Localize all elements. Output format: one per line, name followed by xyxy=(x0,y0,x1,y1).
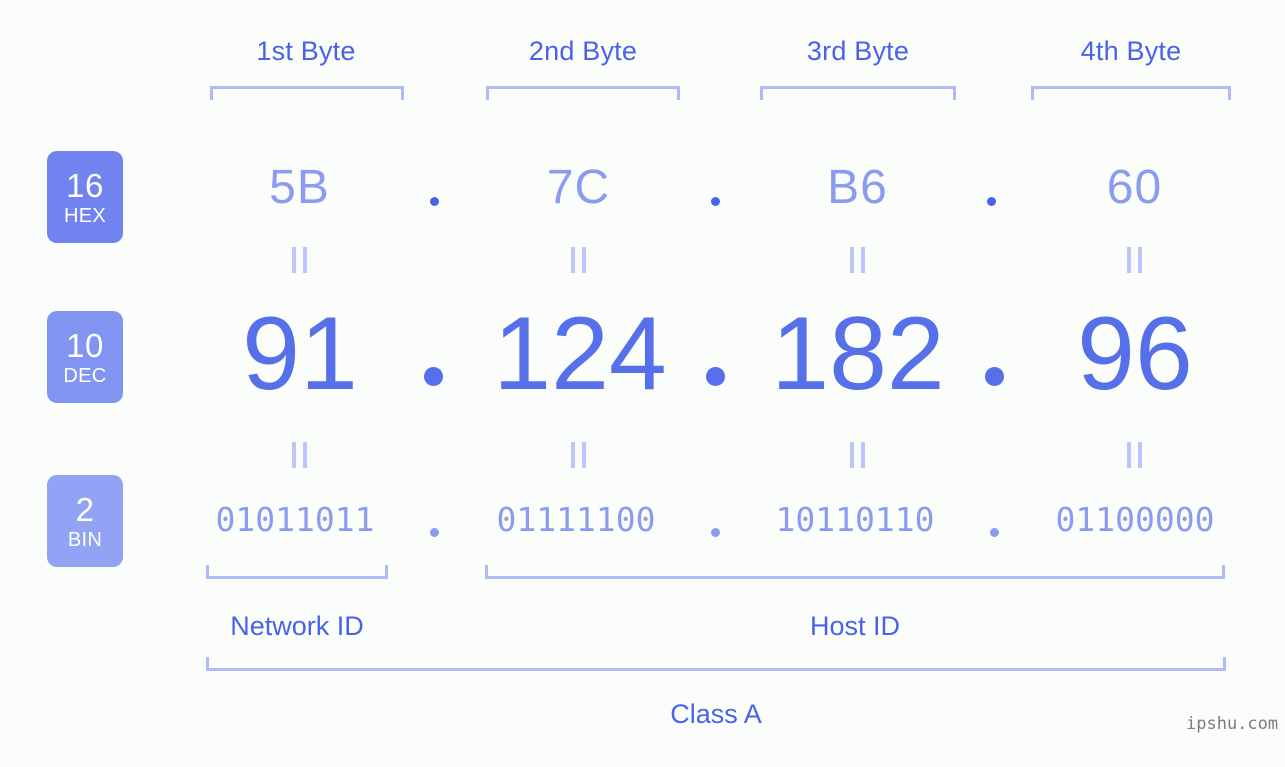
watermark: ipshu.com xyxy=(1186,714,1279,734)
byte-header-1: 1st Byte xyxy=(256,36,356,66)
base-badge-hex: 16 HEX xyxy=(47,151,123,243)
base-badge-bin-number: 2 xyxy=(75,490,95,528)
bin-separator-1 xyxy=(430,528,439,537)
hex-separator-2 xyxy=(711,197,720,206)
class-bracket xyxy=(206,657,1226,671)
equals-hex-dec-2 xyxy=(571,247,586,273)
bin-separator-2 xyxy=(711,528,720,537)
network-id-bracket xyxy=(206,565,388,579)
dec-octet-2: 124 xyxy=(493,296,667,412)
bin-octet-3: 10110110 xyxy=(775,500,935,539)
base-badge-hex-number: 16 xyxy=(66,166,104,204)
equals-dec-bin-3 xyxy=(850,442,865,468)
host-id-label: Host ID xyxy=(809,611,901,641)
byte-header-2: 2nd Byte xyxy=(528,36,638,66)
hex-octet-1: 5B xyxy=(269,161,330,214)
byte-header-4: 4th Byte xyxy=(1080,36,1182,66)
hex-separator-3 xyxy=(987,197,996,206)
base-badge-bin-name: BIN xyxy=(67,528,103,551)
base-badge-dec: 10 DEC xyxy=(47,311,123,403)
bin-octet-4: 01100000 xyxy=(1055,500,1215,539)
hex-octet-2: 7C xyxy=(546,161,611,214)
equals-hex-dec-4 xyxy=(1127,247,1142,273)
base-badge-bin: 2 BIN xyxy=(47,475,123,567)
bin-octet-1: 01011011 xyxy=(215,500,375,539)
equals-dec-bin-4 xyxy=(1127,442,1142,468)
hex-octet-4: 60 xyxy=(1106,161,1163,214)
dec-separator-3 xyxy=(985,367,1004,386)
dec-octet-4: 96 xyxy=(1077,296,1193,412)
ip-breakdown-diagram: 1st Byte 2nd Byte 3rd Byte 4th Byte 16 H… xyxy=(0,0,1285,767)
byte-bracket-1 xyxy=(210,86,404,100)
equals-hex-dec-3 xyxy=(850,247,865,273)
host-id-bracket xyxy=(485,565,1225,579)
base-badge-dec-number: 10 xyxy=(66,326,104,364)
hex-octet-3: B6 xyxy=(827,161,888,214)
base-badge-hex-name: HEX xyxy=(63,204,107,227)
byte-bracket-3 xyxy=(760,86,956,100)
equals-dec-bin-1 xyxy=(292,442,307,468)
byte-bracket-4 xyxy=(1031,86,1231,100)
equals-dec-bin-2 xyxy=(571,442,586,468)
byte-header-3: 3rd Byte xyxy=(806,36,910,66)
dec-octet-3: 182 xyxy=(771,296,945,412)
dec-separator-2 xyxy=(706,367,725,386)
class-label: Class A xyxy=(670,699,762,729)
dec-separator-1 xyxy=(424,367,443,386)
network-id-label: Network ID xyxy=(230,611,364,641)
bin-octet-2: 01111100 xyxy=(496,500,656,539)
equals-hex-dec-1 xyxy=(292,247,307,273)
byte-bracket-2 xyxy=(486,86,680,100)
base-badge-dec-name: DEC xyxy=(63,364,107,387)
hex-separator-1 xyxy=(430,197,439,206)
dec-octet-1: 91 xyxy=(242,296,358,412)
bin-separator-3 xyxy=(990,528,999,537)
